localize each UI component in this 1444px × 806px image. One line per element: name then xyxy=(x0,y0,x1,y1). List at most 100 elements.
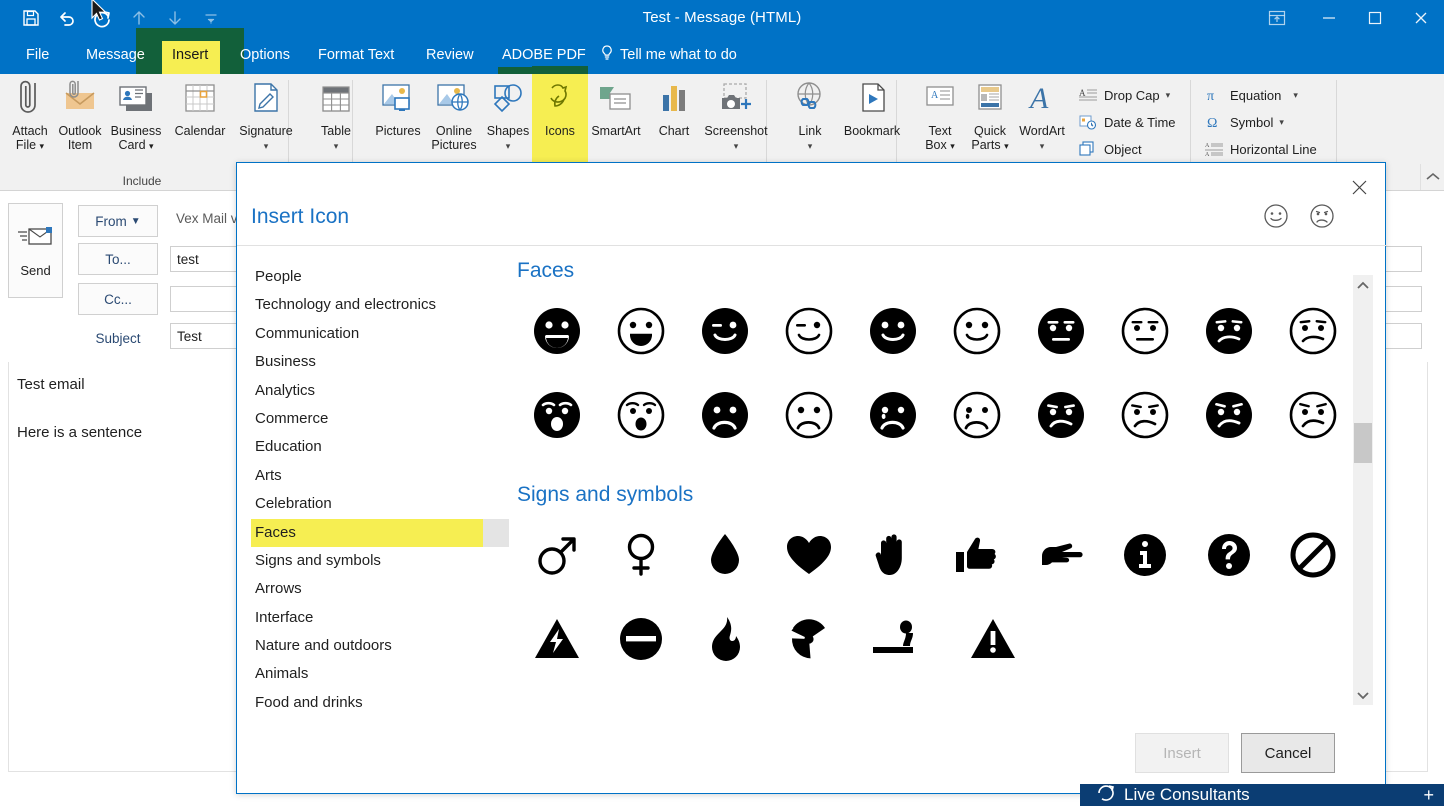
category-item-faces[interactable]: Faces xyxy=(251,518,509,547)
face-cry-filled-icon[interactable] xyxy=(851,373,935,457)
signature-caret[interactable]: ▾ xyxy=(230,140,302,154)
to-button[interactable]: To... xyxy=(78,243,158,275)
tab-review[interactable]: Review xyxy=(414,36,486,74)
category-list[interactable]: People Technology and electronics Commun… xyxy=(251,263,509,713)
ribbon-display-options-icon[interactable] xyxy=(1248,0,1306,36)
chevron-down-icon[interactable] xyxy=(1353,685,1373,705)
face-upset-filled-icon[interactable] xyxy=(1187,373,1271,457)
equation-button[interactable]: π Equation ▾ xyxy=(1204,82,1298,108)
tab-options[interactable]: Options xyxy=(228,36,302,74)
calendar-button[interactable]: Calendar xyxy=(164,77,236,139)
screenshot-caret[interactable]: ▾ xyxy=(694,140,778,154)
link-caret[interactable]: ▾ xyxy=(774,140,846,154)
venus-icon[interactable] xyxy=(599,513,683,597)
table-caret[interactable]: ▾ xyxy=(300,140,372,154)
droplet-icon[interactable] xyxy=(683,513,767,597)
undo-icon[interactable] xyxy=(50,3,84,33)
category-item-commerce[interactable]: Commerce xyxy=(251,405,509,433)
minus-circle-icon[interactable] xyxy=(599,597,683,681)
face-upset-outline-icon[interactable] xyxy=(1271,373,1355,457)
no-smoking-icon[interactable] xyxy=(851,597,951,681)
cancel-button[interactable]: Cancel xyxy=(1241,733,1335,773)
cc-button[interactable]: Cc... xyxy=(78,283,158,315)
electrical-hazard-icon[interactable] xyxy=(515,597,599,681)
icon-grid-scrollbar[interactable] xyxy=(1353,275,1373,705)
object-button[interactable]: Object xyxy=(1078,136,1142,162)
tab-format-text[interactable]: Format Text xyxy=(306,36,406,74)
tell-me-search[interactable]: Tell me what to do xyxy=(600,36,737,74)
face-worried-outline-icon[interactable] xyxy=(1271,289,1355,373)
smiley-happy-icon[interactable] xyxy=(1263,203,1289,234)
category-item-arts[interactable]: Arts xyxy=(251,462,509,490)
equation-caret[interactable]: ▾ xyxy=(1293,90,1298,101)
face-smile-filled-icon[interactable] xyxy=(851,289,935,373)
face-smile-outline-icon[interactable] xyxy=(935,289,1019,373)
bookmark-button[interactable]: Bookmark xyxy=(830,77,914,139)
face-surprised-filled-icon[interactable] xyxy=(515,373,599,457)
category-item-celebration[interactable]: Celebration xyxy=(251,490,509,518)
close-icon[interactable] xyxy=(1398,0,1444,36)
tab-message[interactable]: Message xyxy=(74,36,157,74)
heart-icon[interactable] xyxy=(767,513,851,597)
face-neutral-outline-icon[interactable] xyxy=(1103,289,1187,373)
thumbs-up-icon[interactable] xyxy=(935,513,1019,597)
category-item-communication[interactable]: Communication xyxy=(251,320,509,348)
wordart-button[interactable]: A WordArt ▾ xyxy=(1006,77,1078,153)
face-grin-outline-icon[interactable] xyxy=(599,289,683,373)
face-surprised-outline-icon[interactable] xyxy=(599,373,683,457)
maximize-icon[interactable] xyxy=(1352,0,1398,36)
tab-file[interactable]: File xyxy=(14,36,61,74)
ribbon-collapse-chevron[interactable] xyxy=(1420,164,1444,190)
prohibited-icon[interactable] xyxy=(1271,513,1355,597)
face-frown-filled-icon[interactable] xyxy=(683,373,767,457)
minimize-icon[interactable] xyxy=(1306,0,1352,36)
category-item-arrows[interactable]: Arrows xyxy=(251,575,509,603)
flame-icon[interactable] xyxy=(683,597,767,681)
hand-icon[interactable] xyxy=(851,513,935,597)
wordart-caret[interactable]: ▾ xyxy=(1006,140,1078,154)
date-time-button[interactable]: Date & Time xyxy=(1078,109,1176,135)
drop-cap-caret[interactable]: ▾ xyxy=(1166,90,1171,101)
chevron-up-icon[interactable] xyxy=(1353,275,1373,295)
face-wink-filled-icon[interactable] xyxy=(683,289,767,373)
info-icon[interactable] xyxy=(1103,513,1187,597)
drop-cap-button[interactable]: A Drop Cap ▾ xyxy=(1078,82,1170,108)
face-grin-filled-icon[interactable] xyxy=(515,289,599,373)
category-item-business[interactable]: Business xyxy=(251,348,509,376)
category-item-animals[interactable]: Animals xyxy=(251,660,509,688)
banner-plus-icon[interactable]: + xyxy=(1423,785,1434,806)
mars-icon[interactable] xyxy=(515,513,599,597)
category-item-interface[interactable]: Interface xyxy=(251,604,509,632)
face-frown-outline-icon[interactable] xyxy=(767,373,851,457)
save-icon[interactable] xyxy=(14,3,48,33)
warning-icon[interactable] xyxy=(951,597,1035,681)
question-icon[interactable] xyxy=(1187,513,1271,597)
face-wink-outline-icon[interactable] xyxy=(767,289,851,373)
from-button[interactable]: From ▼ xyxy=(78,205,158,237)
scrollbar-thumb[interactable] xyxy=(1354,423,1372,463)
category-item-education[interactable]: Education xyxy=(251,433,509,461)
category-item-people[interactable]: People xyxy=(251,263,509,291)
face-sad-brow-outline-icon[interactable] xyxy=(1103,373,1187,457)
category-item-nature-and-outdoors[interactable]: Nature and outdoors xyxy=(251,632,509,660)
face-cry-outline-icon[interactable] xyxy=(935,373,1019,457)
tab-insert[interactable]: Insert xyxy=(160,36,220,74)
screenshot-button[interactable]: Screenshot ▾ xyxy=(694,77,778,153)
signature-button[interactable]: Signature ▾ xyxy=(230,77,302,153)
face-sad-brow-filled-icon[interactable] xyxy=(1019,373,1103,457)
symbol-button[interactable]: Ω Symbol ▾ xyxy=(1204,109,1284,135)
send-button[interactable]: Send xyxy=(8,203,63,298)
insert-button[interactable]: Insert xyxy=(1135,733,1229,773)
category-item-analytics[interactable]: Analytics xyxy=(251,377,509,405)
category-item-signs-and-symbols[interactable]: Signs and symbols xyxy=(251,547,509,575)
dialog-close-icon[interactable] xyxy=(1345,175,1373,199)
category-item-technology[interactable]: Technology and electronics xyxy=(251,291,509,319)
face-neutral-filled-icon[interactable] xyxy=(1019,289,1103,373)
category-item-food-and-drinks[interactable]: Food and drinks xyxy=(251,689,509,713)
shapes-caret[interactable]: ▾ xyxy=(472,140,544,154)
smiley-sad-icon[interactable] xyxy=(1309,203,1335,234)
business-card-button[interactable]: Business Card ▾ xyxy=(100,77,172,153)
face-worried-filled-icon[interactable] xyxy=(1187,289,1271,373)
symbol-caret[interactable]: ▾ xyxy=(1279,117,1284,128)
pointing-hand-icon[interactable] xyxy=(1019,513,1103,597)
